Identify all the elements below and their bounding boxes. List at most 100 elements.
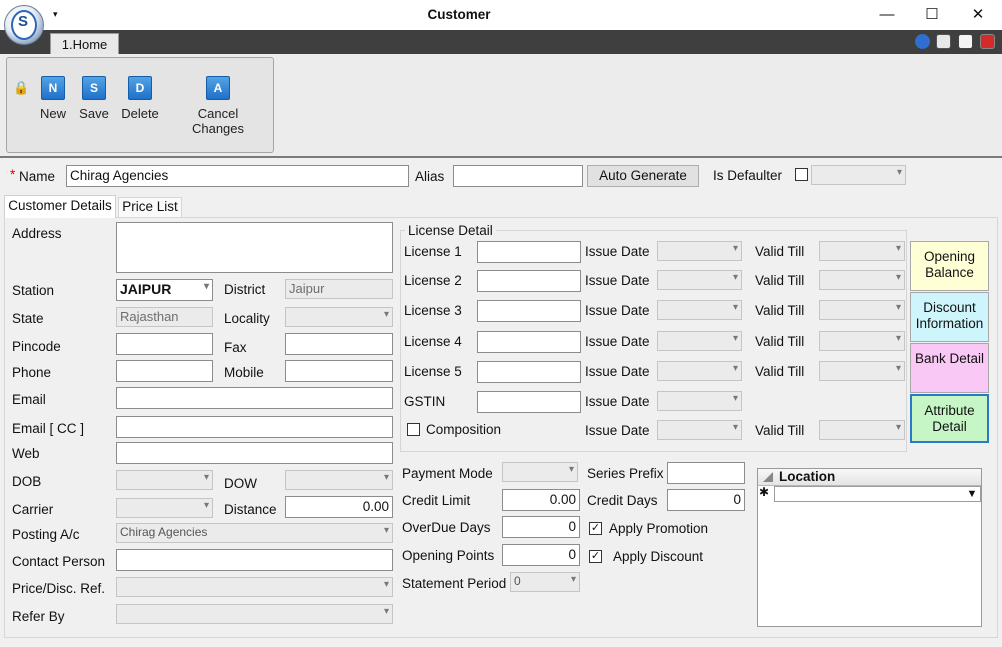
email-cc-label: Email [ CC ] [12,421,85,436]
is-defaulter-checkbox[interactable] [795,168,808,181]
alias-input[interactable] [453,165,583,187]
mobile-input[interactable] [285,360,393,382]
license-3-input[interactable] [477,300,581,322]
close-button[interactable]: ✕ [955,0,1001,30]
auto-generate-button[interactable]: Auto Generate [587,165,699,187]
chevron-down-icon[interactable]: ▼ [964,487,980,501]
delete-label: Delete [121,106,159,121]
license-5-label: License 5 [404,364,462,379]
name-input[interactable]: Chirag Agencies [66,165,409,187]
address-label: Address [12,226,62,241]
save-button[interactable]: S Save [77,76,111,121]
cancel-changes-button[interactable]: A Cancel Changes [171,76,265,136]
valid-till-label: Valid Till [755,273,805,288]
distance-input[interactable]: 0.00 [285,496,393,518]
license-1-input[interactable] [477,241,581,263]
minimize-button[interactable]: — [864,0,910,30]
select-all-corner-icon[interactable] [763,472,773,482]
gstin-issue-date[interactable] [657,391,742,411]
dow-label: DOW [224,476,257,491]
license-4-valid-till[interactable] [819,331,905,351]
pincode-input[interactable] [116,333,213,355]
posting-ac-select[interactable]: Chirag Agencies [116,523,393,543]
valid-till-label: Valid Till [755,334,805,349]
valid-till-label: Valid Till [755,423,805,438]
license-2-valid-till[interactable] [819,270,905,290]
app-logo-icon[interactable]: S [4,5,44,45]
lock-icon: 🔒 [13,80,30,95]
license-4-input[interactable] [477,331,581,353]
new-button[interactable]: N New [37,76,69,121]
license-1-valid-till[interactable] [819,241,905,261]
dow-picker[interactable] [285,470,393,490]
quick-access-dropdown-icon[interactable]: ▾ [53,9,58,20]
delete-icon: D [128,76,152,100]
defaulter-dropdown[interactable] [811,165,906,185]
pincode-label: Pincode [12,339,61,354]
locality-label: Locality [224,311,270,326]
locality-select[interactable] [285,307,393,327]
notes-icon[interactable] [958,34,973,49]
settings-icon[interactable] [936,34,951,49]
issue-date-label: Issue Date [585,334,650,349]
contact-person-input[interactable] [116,549,393,571]
composition-valid-till[interactable] [819,420,905,440]
name-label: Name [19,169,56,184]
license-3-issue-date[interactable] [657,300,742,320]
station-select[interactable]: JAIPUR [116,279,213,301]
statement-period-label: Statement Period [402,576,507,591]
phone-input[interactable] [116,360,213,382]
payment-mode-select[interactable] [502,462,578,482]
exit-icon[interactable] [980,34,995,49]
mobile-label: Mobile [224,365,264,380]
tab-price-list[interactable]: Price List [118,197,182,217]
email-input[interactable] [116,387,393,409]
license-5-input[interactable] [477,361,581,383]
credit-limit-input[interactable]: 0.00 [502,489,580,511]
web-input[interactable] [116,442,393,464]
statement-period-select[interactable]: 0 [510,572,580,592]
dob-label: DOB [12,474,42,489]
issue-date-label: Issue Date [585,394,650,409]
gstin-label: GSTIN [404,394,446,409]
alias-label: Alias [415,169,445,184]
dob-picker[interactable] [116,470,213,490]
license-3-valid-till[interactable] [819,300,905,320]
issue-date-label: Issue Date [585,303,650,318]
price-disc-ref-select[interactable] [116,577,393,597]
address-textarea[interactable] [116,222,393,273]
help-icon[interactable] [915,34,930,49]
composition-checkbox[interactable] [407,423,420,436]
refer-by-select[interactable] [116,604,393,624]
tab-customer-details[interactable]: Customer Details [4,195,116,218]
attribute-detail-button[interactable]: Attribute Detail [910,394,989,443]
credit-days-input[interactable]: 0 [667,489,745,511]
opening-points-label: Opening Points [402,548,495,563]
location-row-select[interactable] [774,486,981,502]
license-5-issue-date[interactable] [657,361,742,381]
license-4-issue-date[interactable] [657,331,742,351]
overdue-days-input[interactable]: 0 [502,516,580,538]
composition-issue-date[interactable] [657,420,742,440]
opening-points-input[interactable]: 0 [502,544,580,566]
bank-detail-button[interactable]: Bank Detail [910,343,989,393]
license-2-input[interactable] [477,270,581,292]
carrier-select[interactable] [116,498,213,518]
location-column-header[interactable]: Location [779,469,835,484]
license-1-issue-date[interactable] [657,241,742,261]
series-prefix-input[interactable] [667,462,745,484]
discount-information-button[interactable]: Discount Information [910,292,989,342]
license-2-issue-date[interactable] [657,270,742,290]
gstin-input[interactable] [477,391,581,413]
opening-balance-button[interactable]: Opening Balance [910,241,989,291]
tab-home[interactable]: 1.Home [50,33,119,55]
maximize-button[interactable]: ☐ [909,0,955,30]
license-detail-title: License Detail [405,223,496,238]
apply-discount-checkbox[interactable]: ✓ [589,550,602,563]
fax-input[interactable] [285,333,393,355]
license-5-valid-till[interactable] [819,361,905,381]
apply-promotion-checkbox[interactable]: ✓ [589,522,602,535]
valid-till-label: Valid Till [755,364,805,379]
delete-button[interactable]: D Delete [119,76,161,121]
email-cc-input[interactable] [116,416,393,438]
